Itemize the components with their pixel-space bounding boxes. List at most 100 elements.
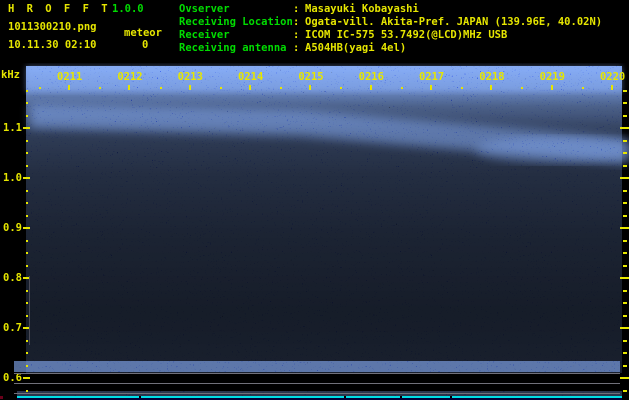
- freq-tick-minor-left: [26, 214, 28, 217]
- level-gridline: [14, 393, 620, 394]
- freq-tick-minor-left: [26, 264, 28, 267]
- freq-tick-minor-left: [26, 364, 28, 367]
- freq-tick-major-right: [620, 377, 629, 379]
- freq-tick-major-right: [620, 327, 629, 329]
- app-version: 1.0.0: [112, 3, 144, 15]
- info-label-observer: Ovserver: [179, 3, 230, 15]
- time-tick-minute: [188, 85, 191, 90]
- time-tick-minute: [610, 85, 613, 90]
- freq-tick-minor-left: [26, 164, 28, 167]
- freq-tick-minor-right: [623, 364, 627, 367]
- time-tick-half: [38, 87, 41, 89]
- time-tick-half: [340, 87, 343, 89]
- time-tick-minute: [369, 85, 372, 90]
- freq-tick-minor-left: [26, 114, 28, 117]
- time-tick-half: [219, 87, 222, 89]
- freq-tick-minor-left: [26, 352, 28, 354]
- time-label: 0212: [117, 71, 143, 83]
- time-label: 0218: [479, 71, 505, 83]
- freq-tick-minor-left: [26, 102, 28, 104]
- info-sep: :: [293, 16, 300, 28]
- freq-tick-major-left: [23, 377, 30, 379]
- freq-tick-minor-right: [623, 189, 627, 192]
- freq-tick-minor-left: [26, 302, 28, 304]
- filename: 1011300210.png: [8, 21, 97, 33]
- time-tick-half: [581, 87, 584, 89]
- freq-tick-minor-left: [26, 189, 28, 192]
- freq-tick-minor-left: [26, 389, 28, 392]
- spectrogram-noise: [0, 0, 629, 400]
- time-tick-minute: [490, 85, 493, 90]
- freq-label: 0.9: [3, 222, 22, 234]
- info-value-location: Ogata-vill. Akita-Pref. JAPAN (139.96E, …: [305, 16, 603, 28]
- time-tick-half: [280, 87, 283, 89]
- freq-unit-label: kHz: [1, 69, 20, 81]
- freq-tick-minor-right: [623, 214, 627, 217]
- info-sep: :: [293, 42, 300, 54]
- time-tick-half: [521, 87, 524, 89]
- left-marker-line: [29, 276, 30, 345]
- time-tick-minute: [68, 85, 70, 90]
- time-label: 0219: [539, 71, 565, 83]
- time-label: 0215: [298, 71, 324, 83]
- freq-label: 1.1: [3, 122, 22, 134]
- freq-tick-minor-left: [26, 89, 28, 92]
- time-tick-minute: [429, 85, 432, 90]
- time-tick-half: [99, 87, 102, 89]
- info-value-observer: Masayuki Kobayashi: [305, 3, 419, 15]
- time-tick-minute: [128, 85, 131, 90]
- freq-label: 0.8: [3, 272, 22, 284]
- freq-tick-major-right: [620, 177, 629, 179]
- freq-tick-minor-right: [623, 239, 627, 242]
- freq-tick-minor-right: [623, 102, 627, 104]
- info-value-antenna: A504HB(yagi 4el): [305, 42, 407, 54]
- freq-tick-major-right: [620, 227, 629, 229]
- time-tick-minute: [248, 85, 251, 90]
- freq-label: 0.7: [3, 322, 22, 334]
- freq-tick-minor-right: [623, 289, 627, 292]
- freq-tick-minor-right: [623, 164, 627, 167]
- freq-tick-minor-left: [26, 152, 28, 154]
- freq-tick-minor-left: [26, 339, 28, 342]
- time-label: 0217: [418, 71, 445, 83]
- freq-tick-minor-right: [623, 339, 627, 342]
- info-sep: :: [293, 3, 300, 15]
- freq-tick-major-left: [23, 227, 30, 229]
- time-tick-half: [159, 87, 162, 89]
- freq-tick-minor-right: [623, 389, 627, 392]
- hrofft-window: H R O F F T 1.0.0 1011300210.png meteor …: [0, 0, 629, 400]
- freq-tick-major-left: [23, 127, 30, 129]
- freq-tick-minor-left: [26, 239, 28, 242]
- level-gridline: [14, 383, 620, 384]
- app-title: H R O F F T: [8, 3, 111, 15]
- time-label: 0211: [57, 71, 83, 83]
- time-label: 0213: [177, 71, 203, 83]
- freq-tick-minor-right: [623, 152, 627, 154]
- time-tick-minute: [550, 85, 553, 90]
- info-label-antenna: Receiving antenna: [179, 42, 287, 54]
- time-label: 0216: [358, 71, 384, 83]
- time-tick-minute: [309, 85, 312, 90]
- freq-tick-minor-right: [623, 89, 627, 92]
- info-sep: :: [293, 29, 300, 41]
- freq-tick-major-right: [620, 127, 629, 129]
- freq-tick-minor-right: [623, 352, 627, 354]
- freq-tick-major-left: [23, 177, 30, 179]
- datetime: 10.11.30 02:10: [8, 39, 97, 51]
- info-label-receiver: Receiver: [179, 29, 230, 41]
- freq-tick-minor-right: [623, 314, 627, 317]
- time-label: 0220: [599, 71, 626, 83]
- freq-tick-minor-right: [623, 202, 627, 204]
- time-tick-half: [461, 87, 464, 89]
- freq-tick-minor-right: [623, 302, 627, 304]
- freq-tick-minor-right: [623, 252, 627, 254]
- freq-tick-minor-left: [26, 314, 28, 317]
- bar-left-mark: [0, 396, 3, 399]
- freq-tick-minor-left: [26, 202, 28, 204]
- info-value-receiver: ICOM IC-575 53.7492(@LCD)MHz USB: [305, 29, 508, 41]
- freq-tick-minor-left: [26, 139, 28, 142]
- freq-tick-minor-right: [623, 139, 627, 142]
- time-label: 0214: [237, 71, 264, 83]
- freq-label: 1.0: [3, 172, 22, 184]
- time-tick-half: [400, 87, 403, 89]
